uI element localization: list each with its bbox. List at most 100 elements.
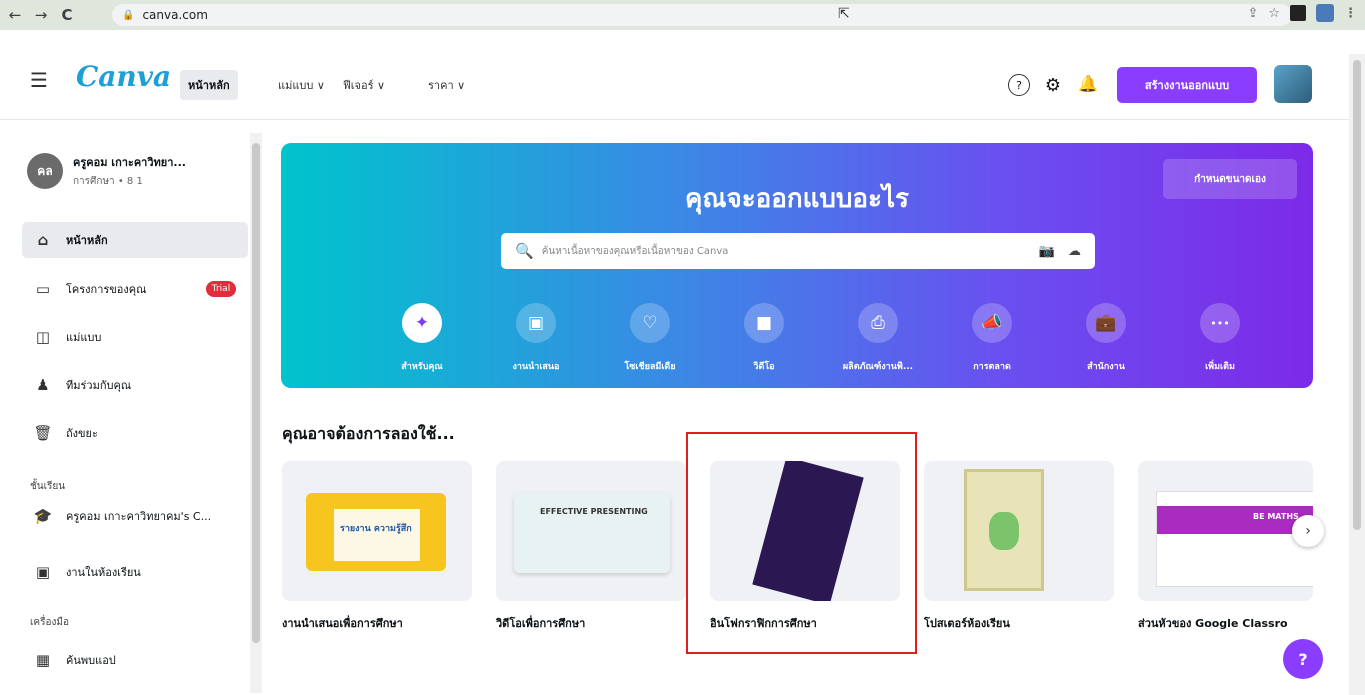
card-education-video[interactable]: EFFECTIVE PRESENTING bbox=[496, 461, 686, 601]
sidebar-item-classwork[interactable]: ▣ งานในห้องเรียน bbox=[22, 554, 248, 590]
create-design-button[interactable]: สร้างงานออกแบบ bbox=[1117, 67, 1257, 103]
reload-icon[interactable]: C bbox=[56, 4, 78, 26]
briefcase-icon: 💼 bbox=[1086, 303, 1126, 343]
sidebar-item-label: หน้าหลัก bbox=[66, 234, 108, 247]
category-label: ผลิตภัณฑ์งานพิ... bbox=[842, 362, 914, 372]
sparkle-icon: ✦ bbox=[402, 303, 442, 343]
category-label: การตลาด bbox=[973, 362, 1011, 372]
sidebar-item-label: งานในห้องเรียน bbox=[66, 566, 141, 579]
graduation-cap-icon: 🎓 bbox=[33, 507, 53, 525]
search-placeholder: ค้นหาเนื้อหาของคุณหรือเนื้อหาของ Canva bbox=[541, 245, 729, 257]
search-input[interactable]: 🔍 ค้นหาเนื้อหาของคุณหรือเนื้อหาของ Canva… bbox=[501, 233, 1095, 269]
help-icon[interactable]: ? bbox=[1008, 74, 1030, 96]
sidebar: คล ครูคอม เกาะคาวิทยา... การศึกษา • 8 1 … bbox=[0, 121, 262, 695]
category-video[interactable]: ■ วิดีโอ bbox=[707, 303, 821, 373]
apps-grid-icon: ▦ bbox=[35, 651, 51, 669]
profile-icon[interactable] bbox=[1316, 4, 1334, 22]
card-classroom-poster[interactable] bbox=[924, 461, 1114, 601]
video-camera-icon: ■ bbox=[744, 303, 784, 343]
address-text: canva.com bbox=[142, 8, 208, 22]
home-icon: ⌂ bbox=[37, 231, 49, 249]
camera-icon[interactable]: 📷 bbox=[1039, 244, 1055, 259]
top-navigation: ☰ Canva หน้าหลัก แม่แบบ ∨ ฟีเจอร์ ∨ ราคา… bbox=[0, 30, 1355, 120]
custom-size-button[interactable]: กำหนดขนาดเอง bbox=[1163, 159, 1297, 199]
category-print-products[interactable]: ⎙ ผลิตภัณฑ์งานพิ... bbox=[821, 303, 935, 373]
forward-icon[interactable]: → bbox=[30, 4, 52, 26]
section-tools-heading: เครื่องมือ bbox=[30, 617, 69, 628]
category-row: ✦ สำหรับคุณ ▣ งานนำเสนอ ♡ โซเชียลมีเดีย … bbox=[365, 303, 1295, 373]
star-icon[interactable]: ☆ bbox=[1268, 6, 1280, 21]
card-label[interactable]: โปสเตอร์ห้องเรียน bbox=[924, 614, 1010, 632]
scrollbar-thumb[interactable] bbox=[252, 143, 260, 643]
user-avatar[interactable] bbox=[1274, 65, 1312, 103]
address-bar[interactable]: 🔒 canva.com bbox=[112, 4, 1292, 26]
canva-logo[interactable]: Canva bbox=[76, 60, 171, 93]
nav-features-link[interactable]: ฟีเจอร์ ∨ bbox=[343, 70, 385, 100]
printer-icon: ⎙ bbox=[858, 303, 898, 343]
back-icon[interactable]: ← bbox=[4, 4, 26, 26]
sidebar-item-templates[interactable]: ◫ แม่แบบ bbox=[22, 319, 248, 355]
category-label: เพิ่มเติม bbox=[1205, 362, 1235, 372]
category-marketing[interactable]: 📣 การตลาด bbox=[935, 303, 1049, 373]
sidebar-item-label: ทีมร่วมกับคุณ bbox=[66, 379, 132, 392]
hero-banner: คุณจะออกแบบอะไร กำหนดขนาดเอง 🔍 ค้นหาเนื้… bbox=[281, 143, 1313, 388]
category-label: สำหรับคุณ bbox=[401, 362, 443, 372]
lock-icon: 🔒 bbox=[122, 9, 135, 21]
share-icon[interactable]: ⇪ bbox=[1247, 6, 1258, 21]
hamburger-menu-icon[interactable]: ☰ bbox=[30, 68, 48, 92]
card-thumbnail: EFFECTIVE PRESENTING bbox=[514, 493, 670, 573]
category-label: โซเชียลมีเดีย bbox=[624, 362, 676, 372]
inbox-icon: ▣ bbox=[35, 563, 51, 581]
thumbnail-text: EFFECTIVE PRESENTING bbox=[540, 507, 648, 516]
thumbnail-text: รายงาน ความรู้สึก bbox=[340, 524, 412, 534]
browser-menu-icon[interactable]: ⋮ bbox=[1344, 6, 1357, 21]
extension-icon[interactable] bbox=[1290, 5, 1306, 21]
sidebar-item-apps[interactable]: ▦ ค้นพบแอป bbox=[22, 642, 248, 678]
category-for-you[interactable]: ✦ สำหรับคุณ bbox=[365, 303, 479, 373]
card-label[interactable]: วิดีโอเพื่อการศึกษา bbox=[496, 614, 585, 632]
sidebar-item-class[interactable]: 🎓 ครูคอม เกาะคาวิทยาคม's C... bbox=[22, 498, 248, 534]
card-thumbnail: BE MATHS bbox=[1156, 491, 1313, 587]
nav-templates-link[interactable]: แม่แบบ ∨ bbox=[278, 70, 325, 100]
category-label: สำนักงาน bbox=[1087, 362, 1125, 372]
scrollbar-thumb[interactable] bbox=[1353, 60, 1361, 530]
heart-icon: ♡ bbox=[630, 303, 670, 343]
help-button[interactable]: ? bbox=[1283, 639, 1323, 679]
avatar: คล bbox=[27, 153, 63, 189]
category-office[interactable]: 💼 สำนักงาน bbox=[1049, 303, 1163, 373]
profile-card[interactable]: คล ครูคอม เกาะคาวิทยา... การศึกษา • 8 1 bbox=[27, 153, 186, 189]
sidebar-scrollbar[interactable] bbox=[250, 133, 262, 693]
category-label: งานนำเสนอ bbox=[512, 362, 560, 372]
more-dots-icon: ••• bbox=[1200, 303, 1240, 343]
thumbnail-paper bbox=[334, 509, 420, 561]
nav-pricing-link[interactable]: ราคา ∨ bbox=[428, 70, 465, 100]
settings-icon[interactable]: ⚙ bbox=[1042, 74, 1064, 96]
category-presentations[interactable]: ▣ งานนำเสนอ bbox=[479, 303, 593, 373]
card-thumbnail: รายงาน ความรู้สึก bbox=[306, 493, 446, 571]
profile-subtitle: การศึกษา • 8 1 bbox=[73, 176, 143, 187]
sidebar-item-trash[interactable]: 🗑 ถังขยะ bbox=[22, 415, 248, 451]
card-label[interactable]: ส่วนหัวของ Google Classro bbox=[1138, 614, 1288, 632]
upload-icon[interactable]: ☁ bbox=[1068, 244, 1081, 259]
template-icon: ◫ bbox=[35, 328, 51, 346]
sidebar-item-team[interactable]: ♟ ทีมร่วมกับคุณ bbox=[22, 367, 248, 403]
sidebar-item-label: โครงการของคุณ bbox=[66, 283, 147, 296]
profile-name: ครูคอม เกาะคาวิทยา... bbox=[73, 156, 186, 169]
section-class-heading: ชั้นเรียน bbox=[30, 481, 66, 492]
search-icon: 🔍 bbox=[515, 242, 534, 260]
thumbnail-shape bbox=[989, 512, 1019, 550]
card-google-classroom-header[interactable]: BE MATHS bbox=[1138, 461, 1313, 601]
card-education-presentation[interactable]: รายงาน ความรู้สึก bbox=[282, 461, 472, 601]
sidebar-item-label: ครูคอม เกาะคาวิทยาคม's C... bbox=[66, 510, 212, 523]
category-label: วิดีโอ bbox=[753, 362, 775, 372]
sidebar-item-home[interactable]: ⌂ หน้าหลัก bbox=[22, 222, 248, 258]
card-label[interactable]: งานนำเสนอเพื่อการศึกษา bbox=[282, 614, 403, 632]
browser-toolbar: ← → C 🔒 canva.com ⇱ ⇪ ☆ ⋮ bbox=[0, 0, 1365, 30]
category-more[interactable]: ••• เพิ่มเติม bbox=[1163, 303, 1277, 373]
main-scrollbar[interactable] bbox=[1349, 54, 1365, 695]
bell-icon[interactable]: 🔔 bbox=[1078, 74, 1098, 93]
category-social-media[interactable]: ♡ โซเชียลมีเดีย bbox=[593, 303, 707, 373]
nav-home-button[interactable]: หน้าหลัก bbox=[180, 70, 238, 100]
presentation-icon: ▣ bbox=[516, 303, 556, 343]
carousel-next-button[interactable]: › bbox=[1292, 515, 1324, 547]
